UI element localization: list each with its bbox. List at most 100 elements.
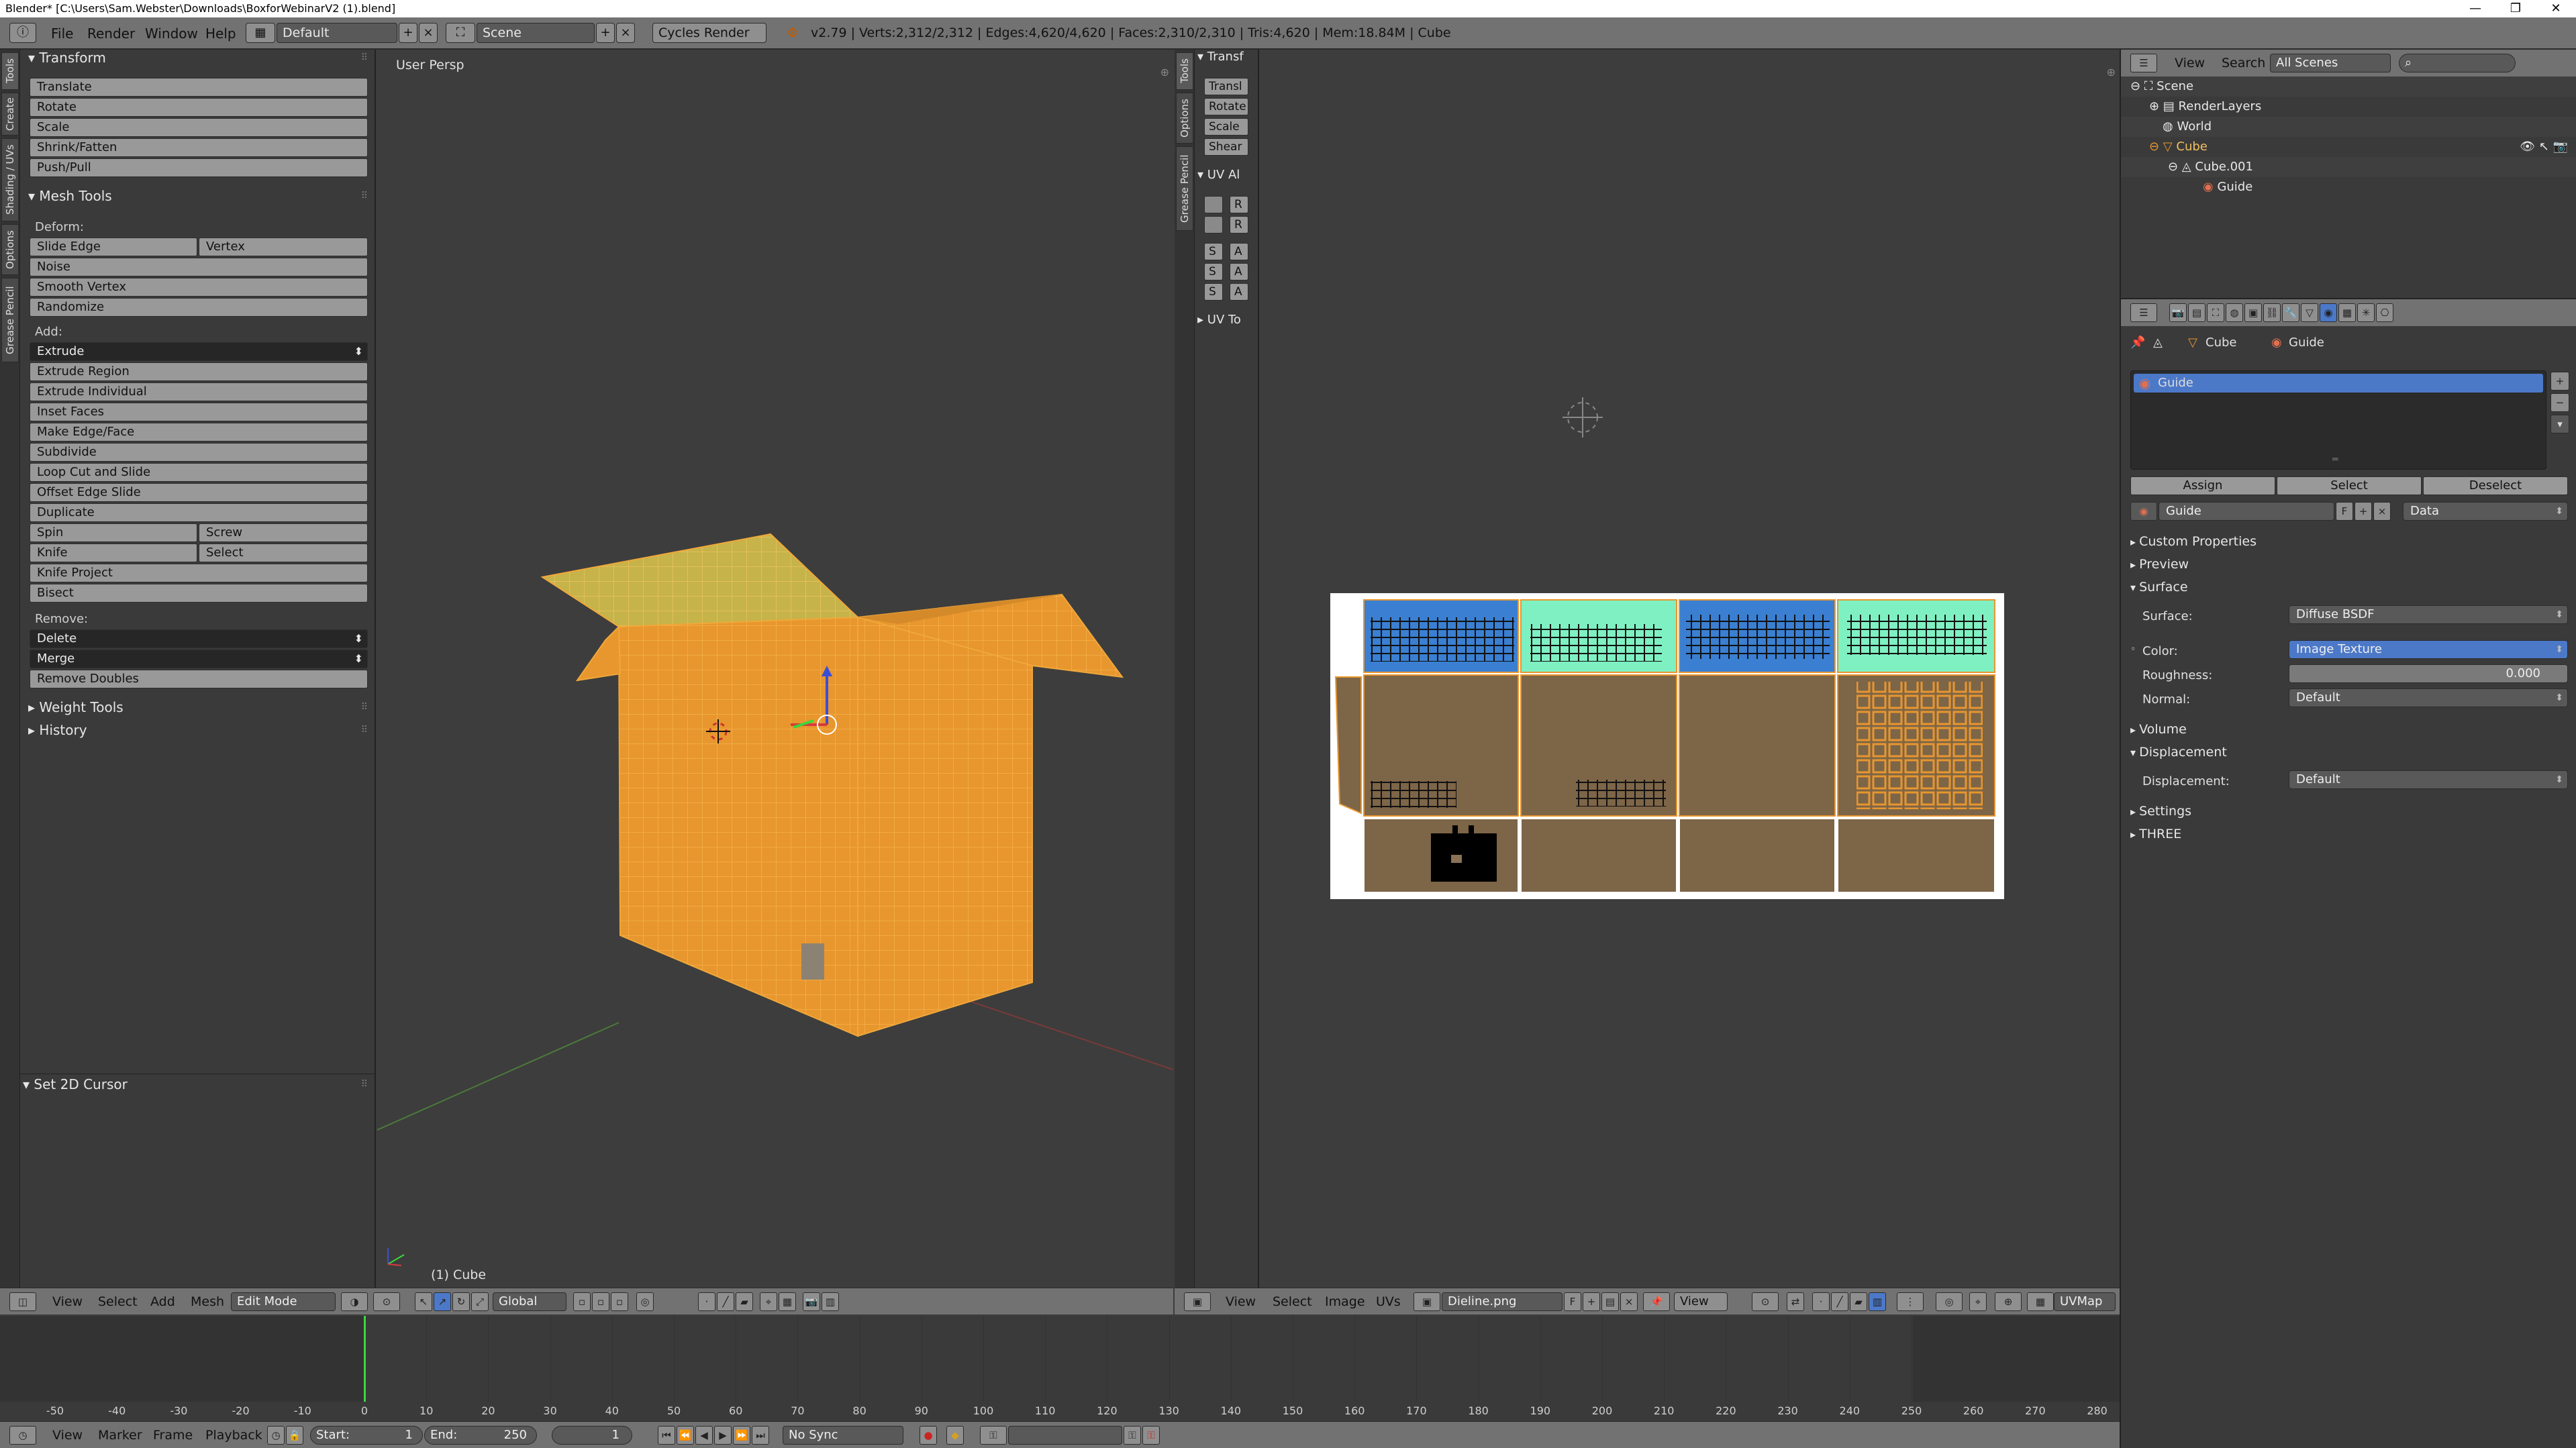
outliner-row-scene[interactable]: ⊖ ⛶ Scene xyxy=(2121,76,2576,97)
uv-vertex-select-icon[interactable]: · xyxy=(1812,1292,1830,1311)
surface-shader-select[interactable]: Diffuse BSDF xyxy=(2289,605,2568,624)
menu-file[interactable]: File xyxy=(51,25,73,42)
link-select[interactable]: Data xyxy=(2403,502,2568,521)
drag-handle-icon[interactable]: ⠿ xyxy=(361,702,368,713)
record-icon[interactable]: ● xyxy=(920,1426,937,1445)
layer-button-icon[interactable]: ▫ xyxy=(611,1292,628,1311)
timeline[interactable]: -50 -40 -30 -20 -10 0 10 20 30 40 50 60 70 80 90 100 110… xyxy=(0,1316,2120,1421)
translate-manipulator-icon[interactable]: ↗ xyxy=(434,1292,451,1311)
select-button[interactable]: Select xyxy=(2277,476,2422,495)
outliner-row-renderlayers[interactable]: ⊕ ▤ RenderLayers xyxy=(2121,97,2576,117)
uv-shear-button[interactable]: Shear xyxy=(1204,138,1248,156)
opengl-render-icon[interactable]: ▥ xyxy=(822,1292,839,1311)
sync-mode-select[interactable]: No Sync xyxy=(783,1426,903,1445)
translate-button[interactable]: Translate xyxy=(30,78,368,97)
timeline-marker-menu[interactable]: Marker xyxy=(98,1428,142,1443)
uv-editor-type-icon[interactable]: ▣ xyxy=(1184,1292,1211,1311)
playhead[interactable] xyxy=(364,1316,366,1402)
new-image-button[interactable]: + xyxy=(1583,1292,1600,1311)
layer-button-icon[interactable]: ▫ xyxy=(573,1292,591,1311)
section-volume[interactable]: Volume xyxy=(2130,722,2187,737)
next-keyframe-icon[interactable]: ⏩ xyxy=(733,1426,750,1445)
keying-set-key-icon[interactable]: ⚿ xyxy=(980,1426,1007,1445)
scene-tab-icon[interactable]: ⛶ xyxy=(2207,303,2224,322)
tab-tools[interactable]: Tools xyxy=(1,52,19,90)
panel-set-2d-cursor[interactable]: Set 2D Cursor xyxy=(23,1076,127,1092)
uv-rotate-button[interactable]: Rotate xyxy=(1204,98,1248,115)
viewport-add-menu[interactable]: Add xyxy=(150,1294,175,1309)
tab-options[interactable]: Options xyxy=(1,224,19,275)
menu-render[interactable]: Render xyxy=(87,25,135,42)
material-name-field[interactable]: Guide xyxy=(2159,502,2334,521)
uv-pivot-icon[interactable]: ⊙ xyxy=(1752,1292,1779,1311)
remove-doubles-button[interactable]: Remove Doubles xyxy=(30,670,368,688)
panel-history[interactable]: History xyxy=(28,722,87,738)
uv-proportional-icon[interactable]: ◎ xyxy=(1936,1292,1963,1311)
panel-uv-transform[interactable]: Transf xyxy=(1197,50,1258,64)
outliner-view-menu[interactable]: View xyxy=(2175,56,2205,70)
close-button[interactable]: ✕ xyxy=(2536,0,2576,17)
outliner-row-world[interactable]: ◍ World xyxy=(2121,117,2576,137)
uv-small-button[interactable]: S xyxy=(1204,243,1223,260)
vertex-slide-button[interactable]: Vertex xyxy=(199,238,368,256)
inset-faces-button[interactable]: Inset Faces xyxy=(30,403,368,421)
uv-small-button[interactable] xyxy=(1204,196,1223,213)
timeline-frame-menu[interactable]: Frame xyxy=(153,1428,193,1443)
offset-edge-slide-button[interactable]: Offset Edge Slide xyxy=(30,483,368,502)
section-settings[interactable]: Settings xyxy=(2130,804,2191,819)
3d-viewport[interactable]: User Persp (1) Cube ⊕ xyxy=(377,50,1173,1288)
jump-start-icon[interactable]: ⏮ xyxy=(658,1426,675,1445)
outliner-row-cube[interactable]: ⊖ ▽ Cube 👁 ↖ 📷 xyxy=(2121,137,2576,157)
layout-add-button[interactable]: + xyxy=(399,23,417,43)
duplicate-button[interactable]: Duplicate xyxy=(30,503,368,522)
uv-plus-icon[interactable]: ⊕ xyxy=(2107,66,2116,79)
pin-image-icon[interactable]: 📌 xyxy=(1643,1292,1670,1311)
rotate-manipulator-icon[interactable]: ↻ xyxy=(452,1292,470,1311)
extrude-individual-button[interactable]: Extrude Individual xyxy=(30,382,368,401)
viewport-select-menu[interactable]: Select xyxy=(98,1294,138,1309)
uv-cursor-icon[interactable]: ⊕ xyxy=(1995,1292,2022,1311)
world-tab-icon[interactable]: ◍ xyxy=(2226,303,2243,322)
uv-scale-button[interactable]: Scale xyxy=(1204,118,1248,136)
shrink-fatten-button[interactable]: Shrink/Fatten xyxy=(30,138,368,157)
manipulator-icon[interactable]: ↖ xyxy=(415,1292,432,1311)
render-engine-select[interactable]: Cycles Render xyxy=(652,23,766,43)
render-tab-icon[interactable]: 📷 xyxy=(2169,303,2187,322)
edge-select-icon[interactable]: ╱ xyxy=(717,1292,734,1311)
uv-face-select-icon[interactable]: ▰ xyxy=(1850,1292,1867,1311)
section-displacement[interactable]: Displacement xyxy=(2130,745,2227,760)
slide-edge-button[interactable]: Slide Edge xyxy=(30,238,197,256)
physics-tab-icon[interactable]: ⎔ xyxy=(2376,303,2393,322)
jump-end-icon[interactable]: ⏭ xyxy=(752,1426,769,1445)
snap-icon[interactable]: ⌖ xyxy=(760,1292,777,1311)
noise-button[interactable]: Noise xyxy=(30,258,368,276)
browse-material-icon[interactable]: ◉ xyxy=(2130,502,2157,521)
keying-set-icon[interactable]: ◆ xyxy=(946,1426,964,1445)
deselect-button[interactable]: Deselect xyxy=(2423,476,2568,495)
insert-keyframe-icon[interactable]: ⚿ xyxy=(1124,1426,1141,1445)
particles-tab-icon[interactable]: ✳ xyxy=(2357,303,2375,322)
constraints-tab-icon[interactable]: ⛓ xyxy=(2263,303,2281,322)
uv-sync-icon[interactable]: ⇄ xyxy=(1787,1292,1804,1311)
play-reverse-icon[interactable]: ◀ xyxy=(695,1426,713,1445)
fake-user-button[interactable]: F xyxy=(2336,502,2353,521)
uv-image-editor[interactable]: ⊕ xyxy=(1259,50,2120,1288)
uv-edge-select-icon[interactable]: ╱ xyxy=(1831,1292,1848,1311)
scale-button[interactable]: Scale xyxy=(30,118,368,137)
slot-specials-icon[interactable]: ▾ xyxy=(2550,415,2569,433)
subdivide-button[interactable]: Subdivide xyxy=(30,443,368,462)
browse-image-icon[interactable]: ▣ xyxy=(1414,1292,1440,1311)
outliner-row-mesh[interactable]: ⊖ ◬ Cube.001 xyxy=(2121,157,2576,177)
tab-uv-options[interactable]: Options xyxy=(1176,93,1193,144)
viewport-canvas[interactable] xyxy=(377,50,1173,1288)
timeline-type-icon[interactable]: ◷ xyxy=(9,1426,36,1445)
drag-handle-icon[interactable]: ⠿ xyxy=(361,725,368,735)
timeline-view-menu[interactable]: View xyxy=(52,1428,83,1443)
material-tab-icon[interactable]: ◉ xyxy=(2320,303,2337,322)
outliner-filter-select[interactable]: All Scenes xyxy=(2270,54,2391,72)
socket-icon[interactable]: ◦ xyxy=(2130,644,2136,655)
section-surface[interactable]: Surface xyxy=(2130,580,2187,594)
drag-handle-icon[interactable]: ⠿ xyxy=(361,1079,368,1090)
vertex-select-icon[interactable]: · xyxy=(698,1292,715,1311)
object-tab-icon[interactable]: ▣ xyxy=(2244,303,2262,322)
